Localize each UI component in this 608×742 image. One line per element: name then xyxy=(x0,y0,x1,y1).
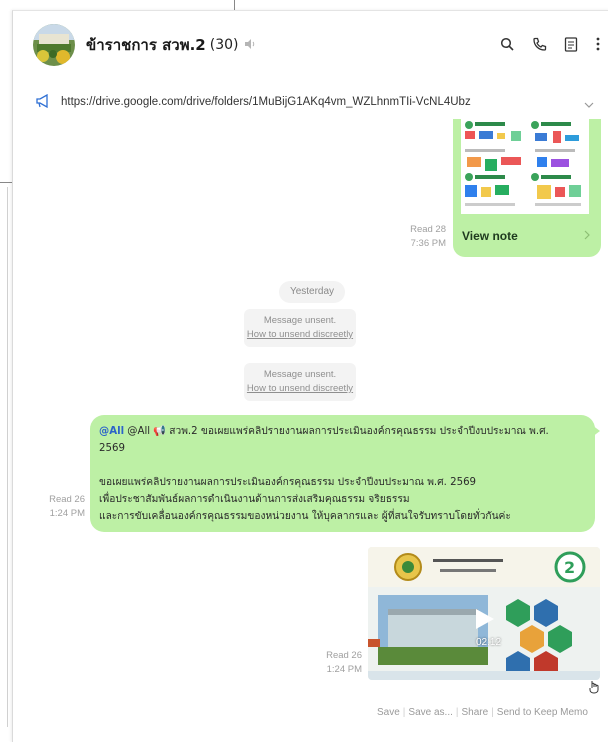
chat-title: ข้าราชการ สวพ.2 xyxy=(86,36,206,54)
message-line: และการขับเคลื่อนองค์กรคุณธรรมของหน่วยงาน… xyxy=(99,511,511,522)
unsent-text: Message unsent. xyxy=(263,315,337,326)
header-actions xyxy=(498,35,602,53)
chevron-right-icon xyxy=(583,229,591,243)
read-receipt: Read 26 xyxy=(49,494,85,505)
video-duration: 02:12 xyxy=(476,637,502,648)
view-note-button[interactable]: View note xyxy=(453,214,601,257)
message-text: @All 📢 สวพ.2 ขอเผยแพร่คลิปรายงานผลการประ… xyxy=(124,426,549,437)
note-meta: Read 28 7:36 PM xyxy=(393,223,446,251)
mention-all[interactable]: @All xyxy=(99,426,124,437)
chat-window: ข้าราชการ สวพ.2 (30) https://drive.googl… xyxy=(12,10,608,742)
message-time: 1:24 PM xyxy=(326,664,362,675)
search-icon[interactable] xyxy=(498,35,516,53)
share-button[interactable]: Share xyxy=(461,707,488,718)
megaphone-icon xyxy=(35,93,51,112)
note-thumbnail[interactable] xyxy=(461,119,589,214)
message-line: 2569 xyxy=(99,443,125,454)
speaker-icon xyxy=(244,38,258,52)
read-receipt: Read 28 xyxy=(410,224,446,235)
cursor-icon xyxy=(588,679,600,698)
save-button[interactable]: Save xyxy=(377,707,400,718)
message-line: @All @All 📢 สวพ.2 ขอเผยแพร่คลิปรายงานผลก… xyxy=(99,423,585,440)
read-receipt: Read 26 xyxy=(326,650,362,661)
call-icon[interactable] xyxy=(530,35,548,53)
text-message[interactable]: @All @All 📢 สวพ.2 ขอเผยแพร่คลิปรายงานผลก… xyxy=(90,415,600,532)
message-line: เพื่อประชาสัมพันธ์ผลการดำเนินงานด้านการส… xyxy=(99,494,410,505)
note-message[interactable]: View note xyxy=(453,119,601,257)
video-message[interactable]: 2 02:12 xyxy=(368,547,600,680)
unsend-help-link[interactable]: How to unsend discreetly xyxy=(244,382,356,396)
unsent-notice: Message unsent. How to unsend discreetly xyxy=(244,309,356,347)
save-as-button[interactable]: Save as... xyxy=(408,707,452,718)
unsend-help-link[interactable]: How to unsend discreetly xyxy=(244,328,356,342)
chevron-down-icon[interactable] xyxy=(584,95,594,114)
media-actions: Save | Save as... | Share | Send to Keep Memo xyxy=(377,707,588,718)
send-to-keep-memo-button[interactable]: Send to Keep Memo xyxy=(497,707,588,718)
announcement-bar[interactable]: https://drive.google.com/drive/folders/1… xyxy=(13,87,608,117)
group-avatar[interactable] xyxy=(33,24,75,66)
view-note-label: View note xyxy=(462,228,518,243)
announcement-link[interactable]: https://drive.google.com/drive/folders/1… xyxy=(61,96,471,108)
message-time: 1:24 PM xyxy=(49,508,85,519)
message-meta: Read 26 1:24 PM xyxy=(31,493,85,521)
background-frame xyxy=(7,187,8,727)
more-icon[interactable] xyxy=(594,35,602,53)
unsent-notice: Message unsent. How to unsend discreetly xyxy=(244,363,356,401)
chat-header: ข้าราชการ สวพ.2 (30) xyxy=(13,11,608,79)
message-time: 7:36 PM xyxy=(410,238,446,249)
message-line: ขอเผยแพร่คลิปรายงานผลการประเมินองค์กรคุณ… xyxy=(99,477,477,488)
note-icon[interactable] xyxy=(562,35,580,53)
svg-text:2: 2 xyxy=(564,558,575,577)
background-divider xyxy=(0,182,12,183)
video-meta: Read 26 1:24 PM xyxy=(308,649,362,677)
member-count: (30) xyxy=(209,37,239,53)
unsent-text: Message unsent. xyxy=(263,369,337,380)
date-separator: Yesterday xyxy=(279,281,345,303)
